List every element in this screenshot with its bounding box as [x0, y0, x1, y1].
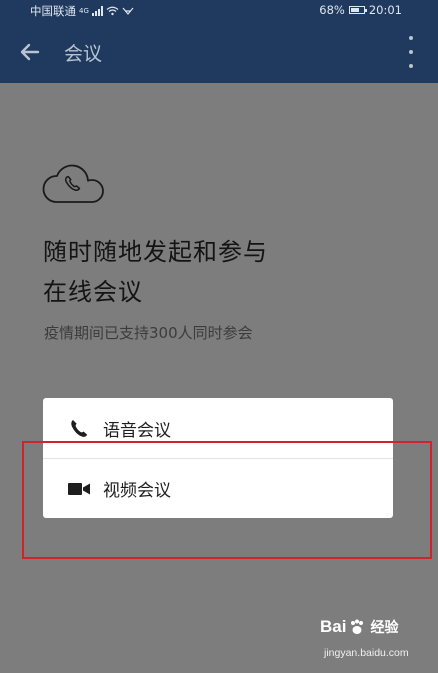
cloud-phone-icon	[42, 164, 104, 203]
status-bar: 中国联通 4G 68% 20:01	[0, 0, 438, 20]
subtitle: 疫情期间已支持300人同时参会	[44, 324, 253, 342]
battery-percent: 68%	[319, 3, 345, 17]
page-title: 会议	[64, 43, 103, 65]
more-vertical-icon[interactable]	[404, 36, 418, 68]
wifi-icon	[106, 6, 119, 16]
phone-icon	[71, 420, 88, 437]
watermark-logo: Bai 经验	[320, 617, 398, 637]
watermark-logo-suffix: 经验	[370, 619, 399, 635]
battery-icon	[348, 6, 367, 14]
paw-icon	[351, 619, 364, 634]
clock: 20:01	[368, 3, 402, 17]
headline-line-1: 随时随地发起和参与	[43, 238, 268, 266]
baidu-watermark: Bai 经验 jingyan.baidu.com	[320, 617, 432, 667]
watermark-logo-text: Bai	[320, 617, 347, 636]
carrier-label: 中国联通	[30, 4, 76, 18]
highlight-box	[22, 441, 432, 559]
status-left: 中国联通 4G	[30, 3, 134, 19]
signal-icon	[91, 6, 103, 16]
headline-line-2: 在线会议	[43, 278, 143, 306]
arrow-left-icon[interactable]	[16, 38, 44, 66]
app-bar: 会议	[0, 20, 438, 83]
network-type: 4G	[79, 7, 89, 15]
status-right: 68% 20:01	[319, 3, 402, 17]
voice-meeting-label: 语音会议	[103, 420, 171, 441]
notification-icon	[122, 7, 134, 15]
watermark-url: jingyan.baidu.com	[324, 647, 409, 659]
headline: 随时随地发起和参与 在线会议	[43, 232, 343, 312]
